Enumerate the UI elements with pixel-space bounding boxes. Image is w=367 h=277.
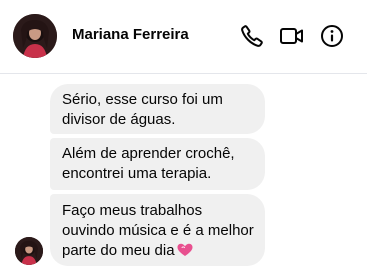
message-text: ouvindo música e é a melhor <box>62 222 254 239</box>
message-bubble[interactable]: Faço meus trabalhos ouvindo música e é a… <box>50 194 265 266</box>
sender-avatar[interactable] <box>15 237 43 265</box>
message-text: Sério, esse curso foi um <box>62 91 223 108</box>
contact-avatar[interactable] <box>13 14 57 58</box>
contact-name[interactable]: Mariana Ferreira <box>72 26 189 43</box>
sparkling-heart-icon <box>177 243 193 263</box>
avatar-photo-icon <box>15 237 43 265</box>
message-bubble[interactable]: Sério, esse curso foi um divisor de água… <box>50 84 265 134</box>
info-icon[interactable] <box>318 22 346 50</box>
message-text: divisor de águas. <box>62 111 176 128</box>
phone-icon[interactable] <box>238 22 266 50</box>
video-camera-icon[interactable] <box>278 22 306 50</box>
message-text: parte do meu dia <box>62 242 175 259</box>
message-text: Faço meus trabalhos <box>62 202 203 219</box>
chat-header: Mariana Ferreira <box>0 0 367 74</box>
avatar-photo-icon <box>13 14 57 58</box>
message-bubble[interactable]: Além de aprender crochê, encontrei uma t… <box>50 138 265 190</box>
message-text: Além de aprender crochê, <box>62 145 235 162</box>
message-text: encontrei uma terapia. <box>62 165 212 182</box>
